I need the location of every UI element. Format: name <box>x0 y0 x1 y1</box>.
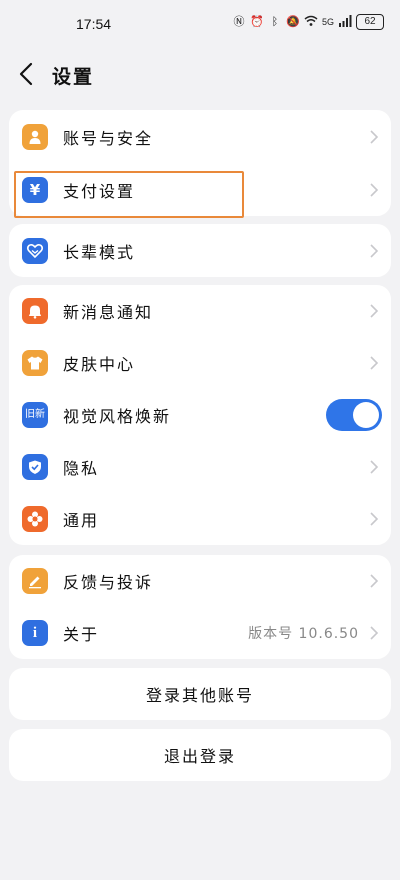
network-type: 5G <box>321 17 334 27</box>
chevron-right-icon <box>370 182 379 197</box>
chevron-right-icon <box>370 304 379 318</box>
row-privacy[interactable]: 隐私 <box>9 441 391 493</box>
status-icons: Ⓝ ⏰ ᛒ 🔕 5G 62 <box>232 14 384 30</box>
row-notifications[interactable]: 新消息通知 <box>9 285 391 337</box>
nfc-icon: Ⓝ <box>233 15 245 28</box>
page-title: 设置 <box>52 66 95 88</box>
row-visual-style[interactable]: 旧新 视觉风格焕新 <box>9 389 391 441</box>
row-label: 关于 <box>63 625 100 644</box>
chevron-left-icon <box>19 62 33 86</box>
switch-account-button[interactable]: 登录其他账号 <box>9 668 391 720</box>
settings-group-about: 反馈与投诉 i 关于 版本号 10.6.50 <box>9 555 391 659</box>
person-icon <box>22 123 48 150</box>
chevron-right-icon <box>370 129 379 144</box>
battery-indicator: 62 <box>356 14 384 30</box>
chevron-right-icon <box>370 574 379 588</box>
chevron-right-icon <box>370 243 379 258</box>
chevron-right-icon <box>370 626 379 640</box>
logout-label: 退出登录 <box>163 747 236 766</box>
settings-group-account: 账号与安全 ¥ 支付设置 <box>9 110 391 216</box>
row-label: 通用 <box>63 511 100 530</box>
status-time: 17:54 <box>76 16 112 32</box>
settings-group-elder: 长辈模式 <box>9 224 391 277</box>
alarm-icon: ⏰ <box>250 15 264 28</box>
back-button[interactable] <box>12 58 44 90</box>
row-account-security[interactable]: 账号与安全 <box>9 110 391 163</box>
bell-icon <box>22 298 48 324</box>
row-label: 新消息通知 <box>63 303 154 322</box>
row-label: 皮肤中心 <box>63 355 136 374</box>
row-label: 账号与安全 <box>63 128 154 148</box>
row-label: 视觉风格焕新 <box>63 407 172 426</box>
toggle-knob <box>353 402 379 428</box>
info-icon: i <box>22 620 48 646</box>
row-label: 支付设置 <box>63 181 136 201</box>
row-elder-mode[interactable]: 长辈模式 <box>9 224 391 277</box>
row-feedback[interactable]: 反馈与投诉 <box>9 555 391 607</box>
row-general[interactable]: 通用 <box>9 493 391 545</box>
style-icon: 旧新 <box>22 402 48 428</box>
row-label: 长辈模式 <box>63 242 136 262</box>
row-about[interactable]: i 关于 版本号 10.6.50 <box>9 607 391 659</box>
version-text: 版本号 10.6.50 <box>248 626 359 642</box>
bluetooth-icon: ᛒ <box>271 15 279 28</box>
yuan-icon: ¥ <box>22 176 48 203</box>
header: 设置 <box>0 52 400 96</box>
chevron-right-icon <box>370 460 379 474</box>
row-payment-settings[interactable]: ¥ 支付设置 <box>9 163 391 216</box>
flower-icon <box>22 506 48 532</box>
status-bar: 17:54 Ⓝ ⏰ ᛒ 🔕 5G 62 <box>0 0 400 48</box>
logout-button[interactable]: 退出登录 <box>9 729 391 781</box>
mute-icon: 🔕 <box>286 15 300 28</box>
switch-account-label: 登录其他账号 <box>145 686 254 705</box>
visual-style-toggle[interactable] <box>326 399 382 431</box>
signal-icon <box>338 15 352 29</box>
shield-icon <box>22 454 48 480</box>
tshirt-icon <box>22 350 48 376</box>
chevron-right-icon <box>370 356 379 370</box>
heart-icon <box>22 237 48 264</box>
style-icon-text: 旧新 <box>25 409 45 420</box>
row-label: 隐私 <box>63 459 100 478</box>
row-label: 反馈与投诉 <box>63 573 154 592</box>
chevron-right-icon <box>370 512 379 526</box>
settings-group-general: 新消息通知 皮肤中心 旧新 视觉风格焕新 隐私 通用 <box>9 285 391 545</box>
pencil-icon <box>22 568 48 594</box>
wifi-icon <box>304 15 318 29</box>
row-skin-center[interactable]: 皮肤中心 <box>9 337 391 389</box>
